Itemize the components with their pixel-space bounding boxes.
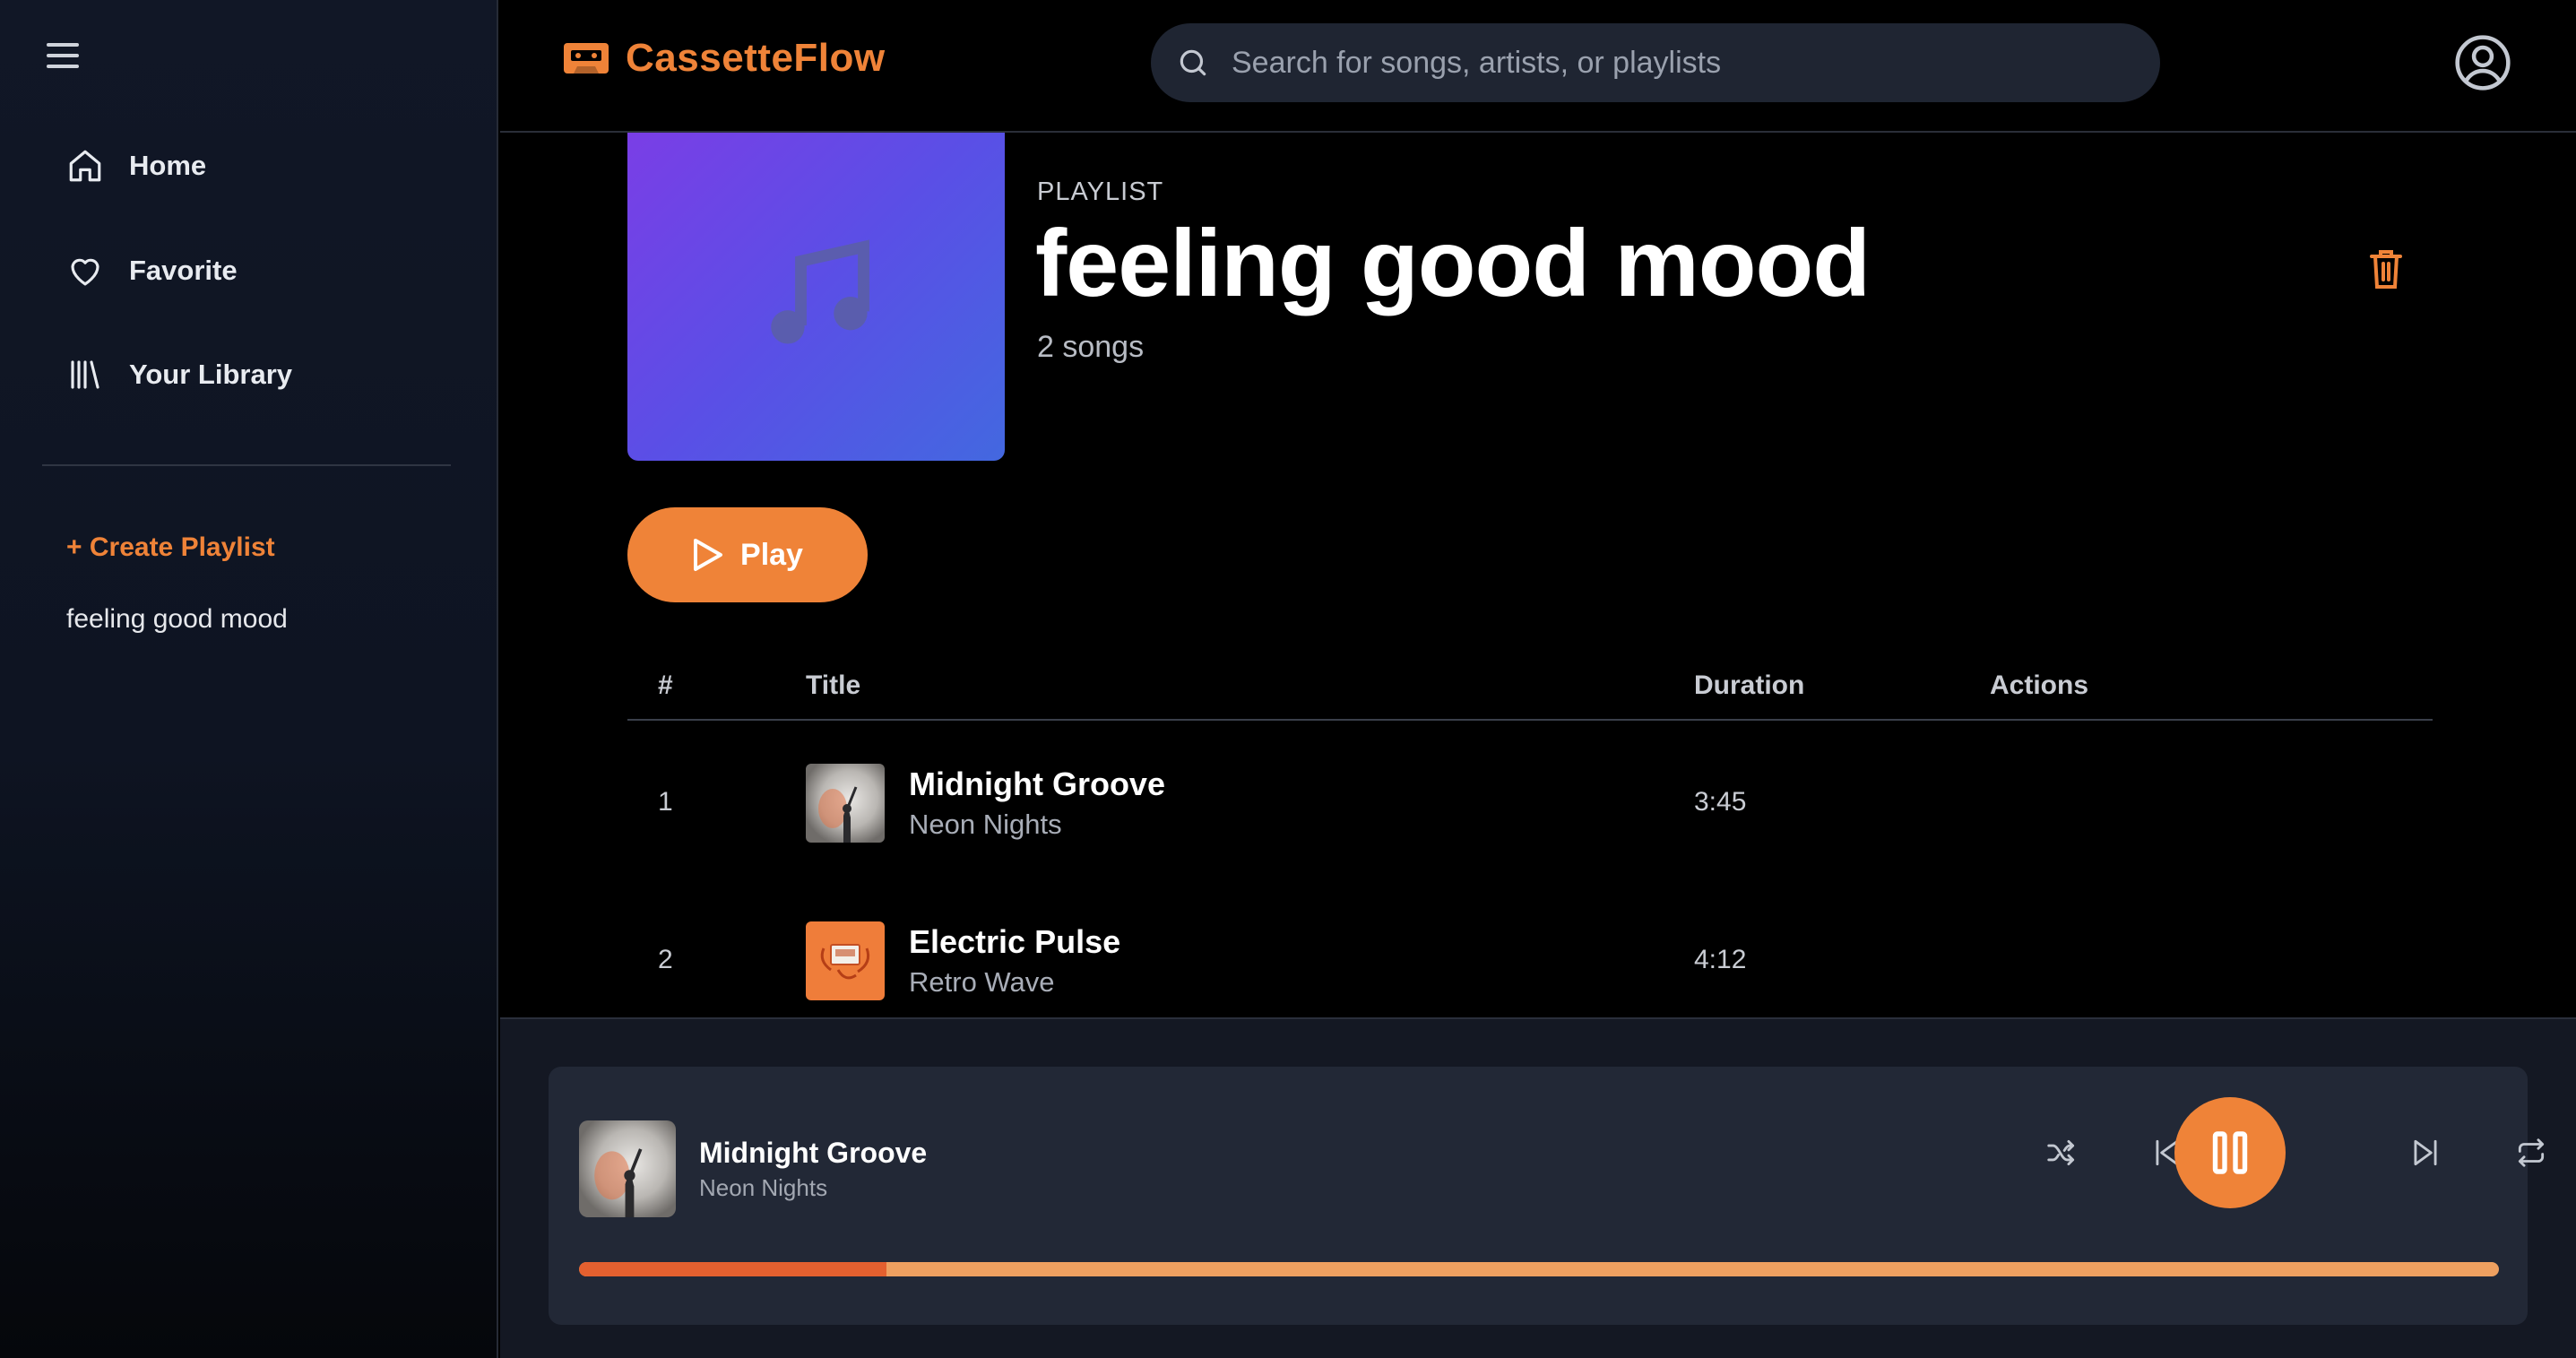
- sidebar-item-label: Your Library: [129, 359, 293, 390]
- track-artwork: [806, 921, 885, 1000]
- track-artist: Neon Nights: [909, 809, 1062, 840]
- track-number: 1: [658, 787, 673, 817]
- sidebar-playlist-item[interactable]: feeling good mood: [66, 604, 288, 635]
- track-duration: 4:12: [1694, 945, 1747, 974]
- top-header: CassetteFlow: [500, 0, 2576, 133]
- app-name: CassetteFlow: [626, 36, 886, 80]
- play-icon: [694, 539, 723, 571]
- col-actions: Actions: [1990, 670, 2089, 700]
- app-logo[interactable]: CassetteFlow: [563, 36, 886, 81]
- shuffle-button[interactable]: [2040, 1131, 2083, 1174]
- sidebar-item-label: Favorite: [129, 255, 238, 286]
- repeat-button[interactable]: [2510, 1131, 2553, 1174]
- next-button[interactable]: [2404, 1131, 2447, 1174]
- table-row[interactable]: 2 Electric Pulse Retro Wave 4:12: [627, 878, 2433, 1036]
- sidebar-item-favorite[interactable]: Favorite: [66, 252, 238, 290]
- menu-icon[interactable]: [47, 43, 79, 72]
- track-artwork: [806, 764, 885, 843]
- create-playlist-button[interactable]: + Create Playlist: [66, 532, 275, 563]
- cassette-icon: [564, 43, 609, 74]
- track-duration: 3:45: [1694, 787, 1747, 817]
- pause-icon: [2212, 1131, 2248, 1174]
- music-note-icon: [770, 239, 869, 344]
- profile-button[interactable]: [2452, 32, 2513, 93]
- now-playing-artwork: [579, 1120, 676, 1217]
- page-title: feeling good mood: [1035, 211, 1871, 316]
- sidebar-item-label: Home: [129, 150, 207, 181]
- sidebar-item-your-library[interactable]: Your Library: [66, 356, 292, 394]
- track-table: # Title Duration Actions 1 Midnight Groo…: [627, 663, 2433, 1036]
- search-bar[interactable]: [1151, 23, 2160, 102]
- home-icon: [66, 147, 104, 185]
- sidebar-item-home[interactable]: Home: [66, 147, 206, 185]
- library-icon: [66, 356, 104, 394]
- col-title: Title: [806, 670, 861, 700]
- heart-icon: [66, 252, 104, 290]
- trash-icon: [2370, 250, 2402, 289]
- table-row[interactable]: 1 Midnight Groove Neon Nights 3:45: [627, 721, 2433, 878]
- repeat-icon: [2518, 1138, 2545, 1167]
- delete-playlist-button[interactable]: [2368, 247, 2404, 290]
- playlist-type-label: PLAYLIST: [1037, 177, 1164, 206]
- play-label: Play: [740, 537, 803, 572]
- user-avatar-icon: [2455, 35, 2511, 91]
- track-title: Midnight Groove: [909, 765, 1165, 802]
- progress-bar[interactable]: [579, 1262, 2499, 1276]
- skip-forward-icon: [2414, 1139, 2437, 1166]
- now-playing-title: Midnight Groove: [699, 1137, 928, 1169]
- playlist-cover: [627, 133, 1005, 461]
- pause-button[interactable]: [2174, 1097, 2286, 1208]
- song-count: 2 songs: [1037, 330, 1145, 364]
- play-playlist-button[interactable]: Play: [627, 507, 868, 602]
- search-icon: [1180, 49, 1206, 76]
- table-header: # Title Duration Actions: [627, 663, 2433, 721]
- progress-fill: [579, 1262, 886, 1276]
- search-input[interactable]: [1232, 45, 2128, 81]
- now-playing-bar: Midnight Groove Neon Nights: [549, 1067, 2545, 1325]
- track-number: 2: [658, 945, 673, 974]
- col-number: #: [658, 670, 673, 700]
- sidebar: Home Favorite Your Library + Create Play…: [0, 0, 498, 1358]
- now-playing-artist: Neon Nights: [699, 1174, 828, 1201]
- col-duration: Duration: [1694, 670, 1805, 700]
- shuffle-icon: [2047, 1139, 2075, 1166]
- sidebar-divider: [42, 464, 451, 466]
- track-artist: Retro Wave: [909, 966, 1055, 998]
- track-title: Electric Pulse: [909, 923, 1121, 960]
